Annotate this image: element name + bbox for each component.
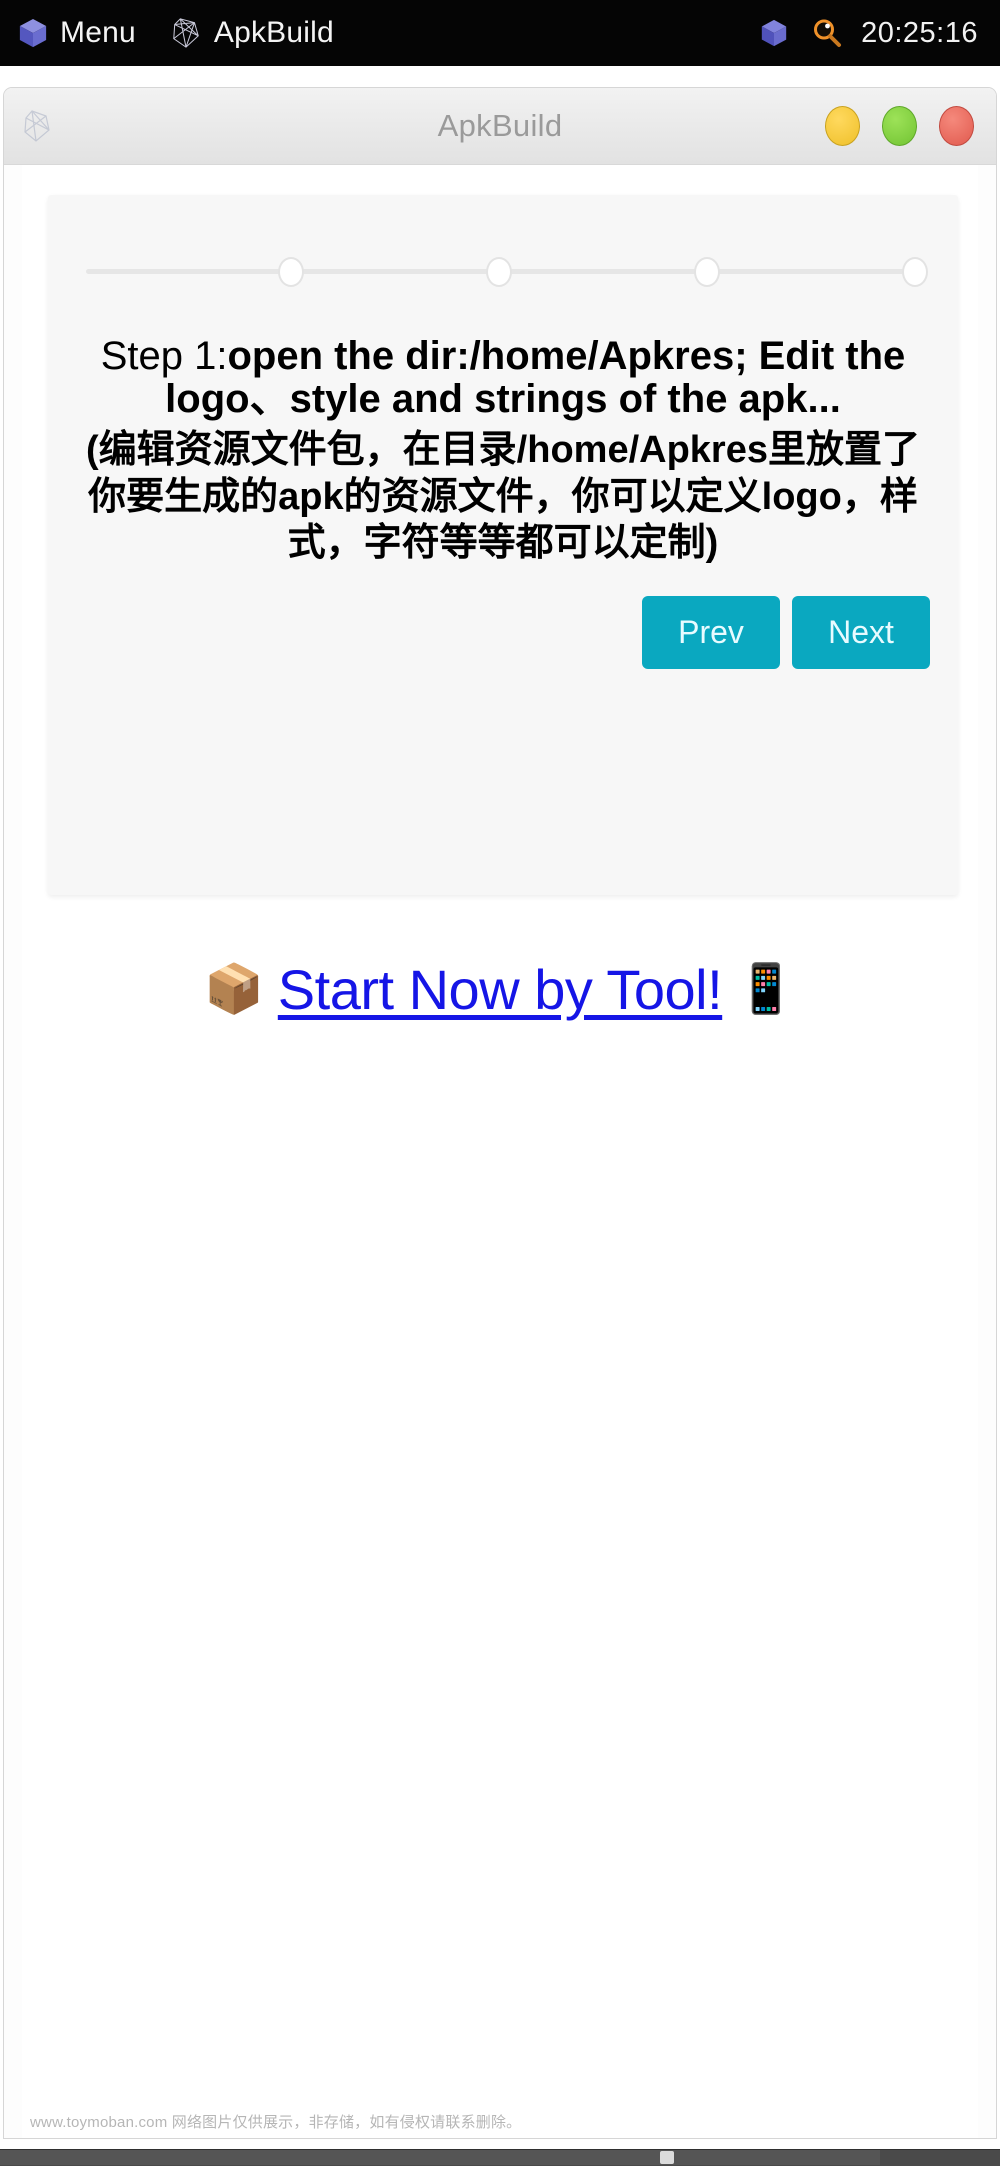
close-button[interactable] <box>939 106 974 146</box>
webview-content: Step 1:open the dir:/home/Apkres; Edit t… <box>22 165 978 2138</box>
magnifier-icon[interactable] <box>811 17 843 49</box>
bottom-taskbar[interactable] <box>0 2149 1000 2166</box>
next-button[interactable]: Next <box>792 596 930 670</box>
taskbar-window-label: ApkBuild <box>213 16 334 49</box>
cube-icon <box>18 17 48 49</box>
step-label: Step 1: <box>100 334 228 378</box>
progress-stepper <box>78 241 928 301</box>
window-controls <box>825 106 974 146</box>
start-now-by-tool-link[interactable]: Start Now by Tool! <box>278 957 723 1022</box>
taskbar-handle[interactable] <box>660 2151 674 2164</box>
panel-tray: 20:25:16 <box>759 17 978 50</box>
tray-cube-icon[interactable] <box>759 17 789 49</box>
desktop-top-panel: Menu ApkBuild 20:25:16 <box>0 0 1000 66</box>
step-chinese-text: (编辑资源文件包，在目录/home/Apkres里放置了你要生成的apk的资源文… <box>86 429 920 565</box>
watermark-text: www.toymoban.com 网络图片仅供展示，非存储，如有侵权请联系删除。 <box>30 2114 522 2131</box>
stepper-dot-1[interactable] <box>278 257 304 287</box>
menu-label: Menu <box>60 16 136 49</box>
stepper-dots <box>78 257 928 287</box>
start-now-row: 📦 Start Now by Tool! 📱 <box>22 957 978 1022</box>
stepper-dot-4[interactable] <box>902 257 928 287</box>
wireframe-polyhedron-icon <box>170 16 202 50</box>
taskbar-window-apkbuild[interactable]: ApkBuild <box>170 16 334 50</box>
stepper-dot-3[interactable] <box>694 257 720 287</box>
step-english-text: open the dir:/home/Apkres; Edit the logo… <box>165 334 906 422</box>
prev-button[interactable]: Prev <box>642 596 780 670</box>
clock: 20:25:16 <box>861 16 978 49</box>
package-icon: 📦 <box>204 962 264 1016</box>
stepper-dot-2[interactable] <box>486 257 512 287</box>
taskbar-track <box>0 2150 880 2165</box>
step-instruction: Step 1:open the dir:/home/Apkres; Edit t… <box>82 334 924 566</box>
wizard-card: Step 1:open the dir:/home/Apkres; Edit t… <box>48 195 958 895</box>
wizard-nav-buttons: Prev Next <box>48 596 930 670</box>
window-titlebar[interactable]: ApkBuild <box>4 88 996 165</box>
panel-left-group: Menu ApkBuild <box>18 16 368 50</box>
maximize-button[interactable] <box>882 106 917 146</box>
menu-button[interactable]: Menu <box>18 16 136 50</box>
minimize-button[interactable] <box>825 106 860 146</box>
app-window: ApkBuild Step 1:open the dir:/home/Apkre… <box>4 88 996 2138</box>
mobile-phone-icon: 📱 <box>736 962 796 1016</box>
